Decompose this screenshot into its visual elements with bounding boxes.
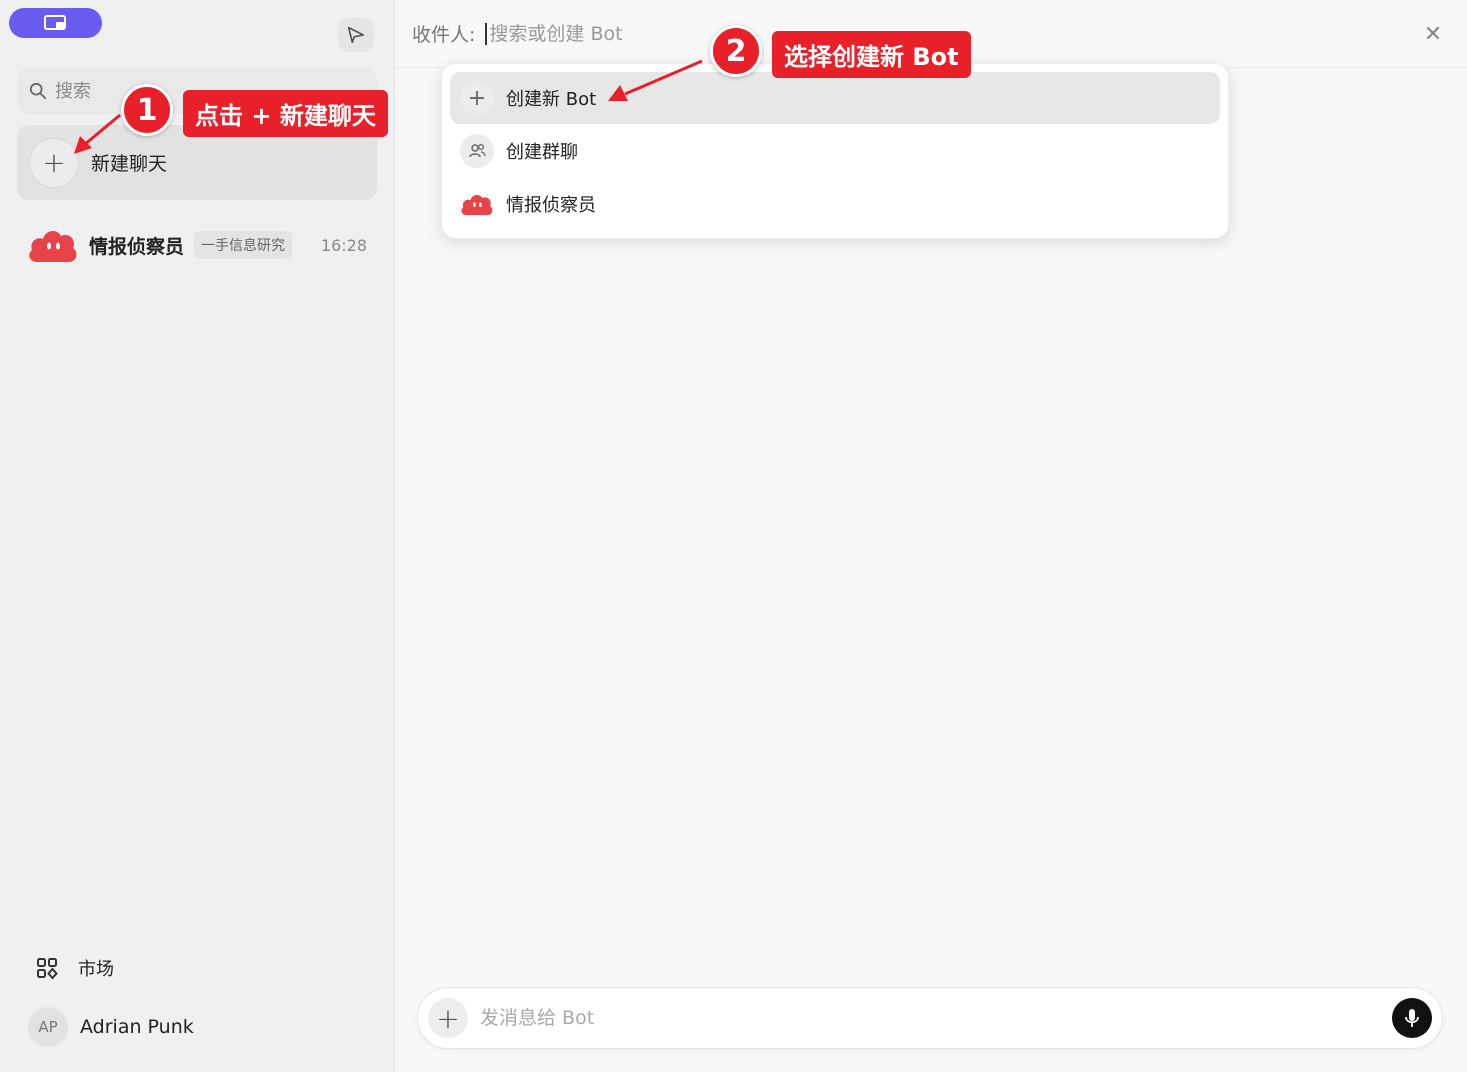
switch-layout-button[interactable] [9,8,102,38]
chat-list-item[interactable]: 情报侦察员 一手信息研究 16:28 [17,215,377,275]
avatar: AP [28,1007,68,1047]
group-icon [460,134,494,168]
search-icon [29,82,47,100]
send-icon [347,26,365,44]
microphone-icon [1405,1009,1419,1027]
user-profile[interactable]: AP Adrian Punk [28,1006,194,1048]
cloud-avatar-icon [29,230,77,262]
close-icon[interactable]: ✕ [1421,22,1445,47]
attach-plus-icon[interactable]: + [428,998,468,1038]
cloud-avatar-icon [461,194,493,216]
new-chat-label: 新建聊天 [91,153,168,175]
microphone-button[interactable] [1392,998,1432,1038]
step-1-badge: 1 [121,84,173,136]
recipient-label: 收件人: [412,24,476,46]
plus-icon: + [460,81,494,115]
message-input[interactable] [480,1007,1280,1029]
plus-icon: + [29,137,79,188]
chat-name: 情报侦察员 [89,235,185,258]
market-link[interactable]: 市场 [28,948,114,988]
chat-time: 16:28 [320,235,367,255]
message-composer: + [417,987,1443,1049]
sidebar: + 新建聊天 情报侦察员 一手信息研究 16:28 市场 AP Adrian P… [0,0,395,1072]
grid-icon [37,958,58,980]
option-label: 情报侦察员 [506,195,596,216]
user-name: Adrian Punk [80,1016,194,1038]
create-group-option[interactable]: 创建群聊 [450,125,1220,177]
option-label: 创建群聊 [506,142,578,163]
step-2-callout: 选择创建新 Bot [772,31,971,78]
bot-option[interactable]: 情报侦察员 [450,178,1220,230]
step-2-badge: 2 [710,25,762,77]
window-icon [43,15,66,30]
main-panel: 收件人: ✕ + 创建新 Bot 创建群聊 [395,0,1467,1072]
option-label: 创建新 Bot [506,89,597,110]
recipient-dropdown: + 创建新 Bot 创建群聊 情报侦察员 [441,63,1229,239]
create-bot-option[interactable]: + 创建新 Bot [450,72,1220,124]
chat-tag: 一手信息研究 [194,231,293,259]
send-icon-button[interactable] [338,18,374,52]
step-1-callout: 点击 + 新建聊天 [183,90,388,137]
market-label: 市场 [78,959,114,980]
